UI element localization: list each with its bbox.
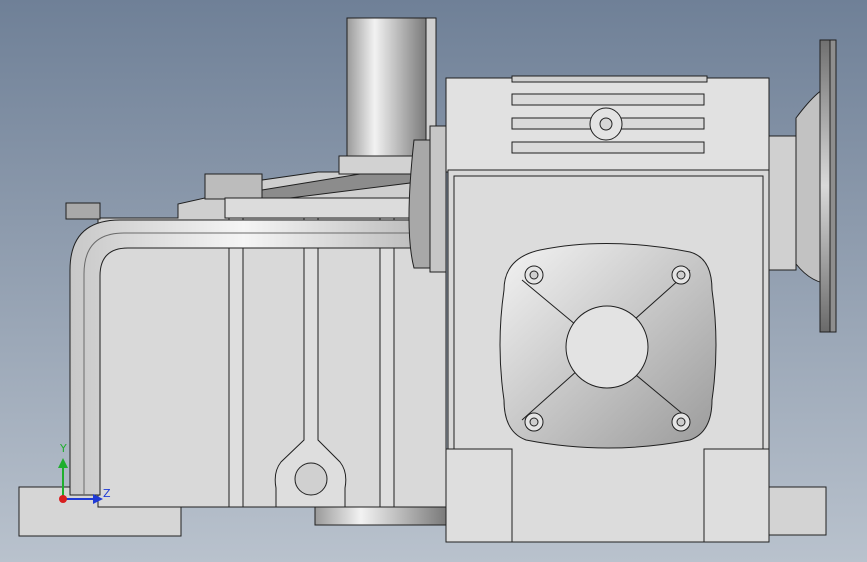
vent-slot-3 [511,141,705,154]
triad-y-label: Y [60,442,67,455]
motor-cylinder-base [338,155,420,175]
triad-z-label: Z [103,487,111,500]
cover-bolt-top-left-center [529,270,539,280]
vent-slot-1 [511,93,705,106]
rear-foot [768,486,827,536]
output-shaft-housing [768,135,797,271]
top-box-lip [511,75,708,83]
bottom-drain-cylinder [314,504,447,526]
triad-x-axis [59,495,67,503]
model-view[interactable] [0,0,867,562]
rib-1 [228,217,244,508]
shoulder-block [204,173,263,200]
cover-boss [565,305,649,389]
cad-viewport[interactable]: Y Z [0,0,867,562]
front-foot-left [445,448,513,543]
shoulder-ledge [224,197,419,219]
front-foot-right [703,448,770,543]
cover-bolt-top-right-center [676,270,686,280]
coupling-ring [429,125,447,273]
cover-bolt-bottom-left-center [529,417,539,427]
cover-bolt-bottom-right-center [676,417,686,427]
lug-hole [294,462,328,496]
rib-3 [379,217,395,508]
pipe-top-cap [65,202,101,220]
top-box-plug-center [599,117,613,131]
output-flange-step [829,39,837,333]
